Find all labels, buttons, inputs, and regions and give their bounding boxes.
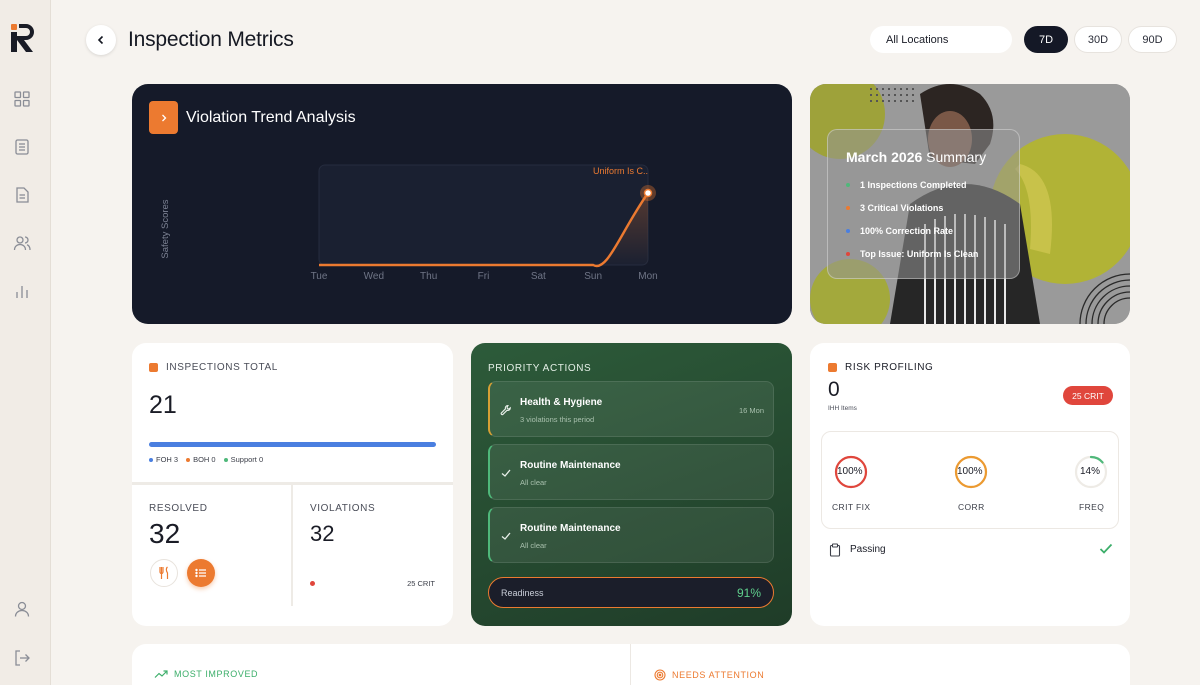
priority-item-name: Routine Maintenance bbox=[520, 523, 621, 534]
gauge-value: 100% bbox=[837, 466, 863, 477]
list-view-button[interactable] bbox=[187, 559, 215, 587]
critical-badge: 25 CRIT bbox=[1063, 386, 1113, 405]
priority-actions-card: PRIORITY ACTIONS Health & Hygiene 3 viol… bbox=[471, 343, 792, 626]
violations-value: 32 bbox=[310, 521, 335, 546]
risk-sub-label: IHH Items bbox=[828, 405, 857, 412]
violations-label: VIOLATIONS bbox=[310, 503, 376, 514]
x-tick-label: Wed bbox=[364, 271, 384, 282]
summary-panel: March 2026 Summary 1 Inspections Complet… bbox=[827, 129, 1020, 279]
risk-profiling-card: RISK PROFILING 0 IHH Items 25 CRIT 100% … bbox=[810, 343, 1130, 626]
divider bbox=[291, 485, 293, 606]
priority-item[interactable]: Health & Hygiene 3 violations this perio… bbox=[488, 381, 774, 437]
x-tick-label: Sun bbox=[584, 271, 602, 282]
gauge-value: 100% bbox=[957, 466, 983, 477]
most-improved-label: MOST IMPROVED bbox=[154, 669, 258, 679]
summary-item: 100% Correction Rate bbox=[846, 226, 953, 236]
range-7d-button[interactable]: 7D bbox=[1024, 26, 1068, 53]
x-tick-label: Thu bbox=[420, 271, 437, 282]
legend-item: FOH 3 bbox=[149, 455, 178, 464]
summary-item: Top Issue: Uniform Is Clean bbox=[846, 249, 978, 259]
priority-item-name: Routine Maintenance bbox=[520, 460, 621, 471]
x-tick-label: Tue bbox=[311, 271, 328, 282]
risk-gauges bbox=[834, 455, 1108, 489]
readiness-value: 91% bbox=[736, 586, 761, 600]
resolved-value: 32 bbox=[149, 518, 181, 549]
summary-title: March 2026 Summary bbox=[846, 149, 987, 165]
summary-item: 1 Inspections Completed bbox=[846, 180, 967, 190]
readiness-label: Readiness bbox=[501, 588, 544, 598]
chevron-left-icon bbox=[97, 35, 104, 45]
metric-label: CORR bbox=[958, 502, 985, 512]
range-90d-button[interactable]: 90D bbox=[1128, 26, 1177, 53]
dashboard-grid-icon[interactable] bbox=[13, 90, 31, 108]
chart-annotation: Uniform Is C.. bbox=[593, 166, 648, 176]
check-icon bbox=[501, 532, 511, 540]
utensils-icon bbox=[159, 566, 169, 579]
priority-item[interactable]: Routine Maintenance All clear bbox=[488, 507, 774, 563]
priority-item-desc: 3 violations this period bbox=[520, 415, 595, 424]
risk-label: RISK PROFILING bbox=[828, 362, 933, 373]
back-button[interactable] bbox=[86, 25, 116, 55]
gauge-value: 14% bbox=[1080, 466, 1101, 477]
target-icon bbox=[654, 669, 666, 681]
location-select[interactable]: All Locations bbox=[870, 26, 1012, 53]
chart-ylabel: Safety Scores bbox=[160, 199, 171, 258]
passing-label: Passing bbox=[850, 544, 886, 555]
priority-item[interactable]: Routine Maintenance All clear bbox=[488, 444, 774, 500]
wrench-icon bbox=[500, 404, 511, 416]
sidebar bbox=[0, 0, 51, 685]
inspections-label: INSPECTIONS TOTAL bbox=[149, 362, 278, 373]
dining-button[interactable] bbox=[150, 559, 178, 587]
profile-icon[interactable] bbox=[13, 600, 31, 618]
metric-label: FREQ bbox=[1079, 502, 1105, 512]
x-tick-label: Sat bbox=[531, 271, 546, 282]
resolved-label: RESOLVED bbox=[149, 503, 208, 514]
app-logo[interactable] bbox=[9, 22, 37, 54]
risk-value: 0 bbox=[828, 378, 840, 401]
monthly-summary-card: March 2026 Summary 1 Inspections Complet… bbox=[810, 84, 1130, 324]
list-icon bbox=[195, 568, 206, 578]
users-icon[interactable] bbox=[13, 234, 31, 252]
metric-label: CRIT FIX bbox=[832, 502, 871, 512]
document-icon[interactable] bbox=[13, 186, 31, 204]
trend-chart: Safety Scores Tue Wed Thu Fri Sat Sun Mon Unifo… bbox=[160, 164, 658, 282]
check-icon bbox=[1099, 543, 1113, 554]
priority-item-desc: All clear bbox=[520, 541, 547, 550]
clipboard-icon bbox=[829, 543, 841, 557]
priority-item-date: 16 Mon bbox=[738, 406, 764, 415]
priority-title: PRIORITY ACTIONS bbox=[488, 363, 592, 374]
data-point[interactable] bbox=[643, 188, 653, 198]
passing-row: Passing bbox=[829, 543, 1113, 557]
x-tick-label: Fri bbox=[478, 271, 490, 282]
page-title: Inspection Metrics bbox=[128, 28, 294, 51]
summary-item: 3 Critical Violations bbox=[846, 203, 943, 213]
chart-plot-area bbox=[318, 164, 649, 266]
range-30d-button[interactable]: 30D bbox=[1074, 26, 1122, 53]
needs-attention-label: NEEDS ATTENTION bbox=[654, 669, 764, 681]
priority-item-desc: All clear bbox=[520, 478, 547, 487]
inspections-progress-bar bbox=[149, 442, 436, 447]
logout-icon[interactable] bbox=[13, 649, 31, 667]
list-icon[interactable] bbox=[13, 138, 31, 156]
legend-item: BOH 0 bbox=[186, 455, 216, 464]
inspections-legend: FOH 3 BOH 0 Support 0 bbox=[149, 455, 263, 464]
bar-chart-icon[interactable] bbox=[13, 282, 31, 300]
inspections-total-value: 21 bbox=[149, 391, 177, 419]
risk-metrics: 100% 100% 14% CRIT FIX CORR FREQ bbox=[821, 431, 1119, 529]
x-tick-label: Mon bbox=[638, 271, 657, 282]
trending-up-icon bbox=[154, 670, 168, 678]
violations-crit-count: 25 CRIT bbox=[407, 579, 435, 588]
inspections-total-card: INSPECTIONS TOTAL 21 FOH 3 BOH 0 Support… bbox=[132, 343, 453, 626]
check-icon bbox=[501, 469, 511, 477]
improvement-card: MOST IMPROVED NEEDS ATTENTION bbox=[132, 644, 1130, 685]
violation-trend-card: Violation Trend Analysis Safety Scores T… bbox=[132, 84, 792, 324]
legend-item: Support 0 bbox=[223, 455, 263, 464]
priority-item-name: Health & Hygiene bbox=[520, 397, 603, 408]
divider bbox=[630, 644, 631, 685]
readiness-bar: Readiness 91% bbox=[488, 577, 774, 608]
critical-dot bbox=[310, 581, 315, 586]
